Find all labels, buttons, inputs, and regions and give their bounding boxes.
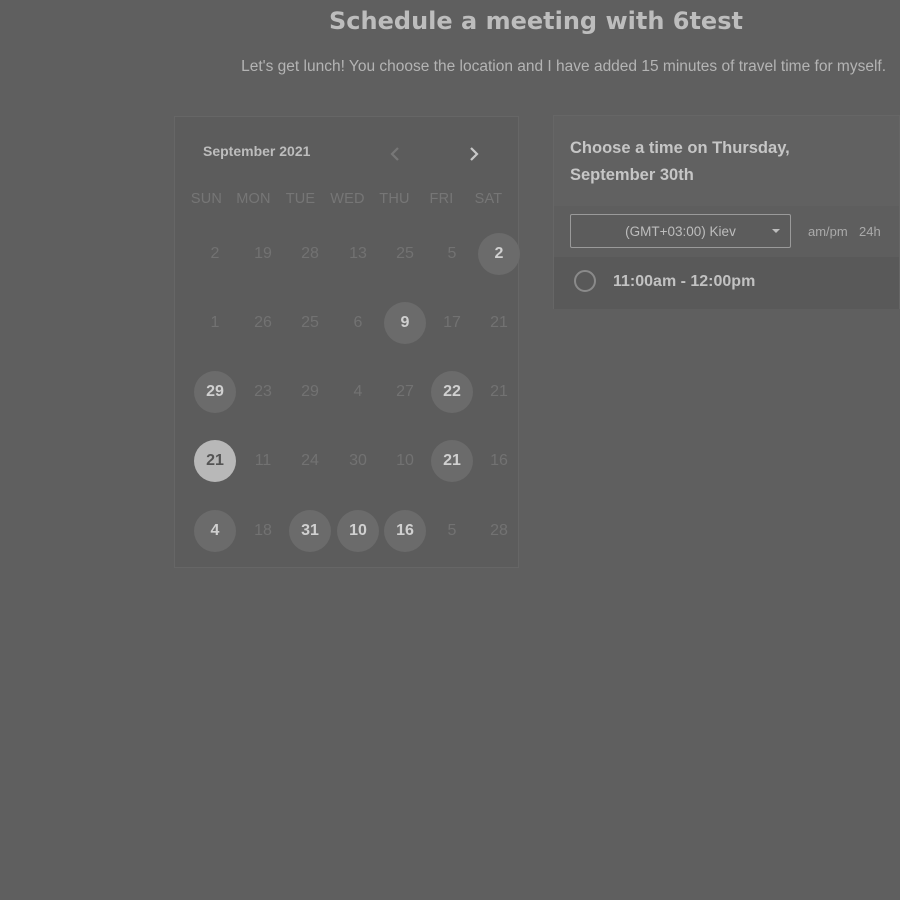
time-panel: Choose a time on Thursday, September 30t… — [553, 115, 900, 309]
weekday-label: SUN — [190, 191, 223, 207]
calendar-day: 18 — [254, 522, 272, 539]
calendar: September 2021 SUN MON TUE WED THU FRI S… — [174, 116, 520, 568]
calendar-day: 13 — [349, 245, 367, 262]
weekday-row: SUN MON TUE WED THU FRI SAT — [183, 191, 513, 215]
calendar-day: 21 — [490, 383, 508, 400]
calendar-day: 5 — [447, 245, 457, 262]
calendar-day: 25 — [301, 314, 319, 331]
page-title: Schedule a meeting with 6test — [329, 7, 743, 35]
calendar-day-available[interactable]: 31 — [289, 510, 331, 552]
calendar-day: 1 — [210, 314, 220, 331]
time-slot[interactable]: 11:00am - 12:00pm — [554, 257, 899, 309]
calendar-day: 27 — [396, 383, 414, 400]
calendar-day: 26 — [254, 314, 272, 331]
calendar-day: 24 — [301, 452, 319, 469]
time-heading: Choose a time on Thursday, September 30t… — [570, 139, 790, 184]
calendar-day-available[interactable]: 29 — [194, 371, 236, 413]
radio-icon[interactable] — [574, 270, 596, 292]
calendar-header: September 2021 — [175, 117, 518, 187]
calendar-day: 16 — [490, 452, 508, 469]
page-subtitle: Let's get lunch! You choose the location… — [241, 58, 886, 75]
weekday-label: FRI — [429, 191, 454, 207]
calendar-day: 4 — [353, 383, 363, 400]
booking-page: Schedule a meeting with 6test Let's get … — [0, 0, 900, 900]
calendar-day: 23 — [254, 383, 272, 400]
calendar-day-available[interactable]: 21 — [431, 440, 473, 482]
format-ampm-toggle[interactable]: am/pm — [808, 224, 848, 239]
caret-down-icon — [772, 229, 780, 233]
time-slot-label: 11:00am - 12:00pm — [613, 273, 756, 290]
calendar-day: 30 — [349, 452, 367, 469]
weekday-label: MON — [236, 191, 271, 207]
calendar-day: 21 — [490, 314, 508, 331]
calendar-day: 19 — [254, 245, 272, 262]
month-label: September 2021 — [203, 143, 311, 159]
calendar-day: 11 — [254, 452, 272, 469]
calendar-day: 28 — [301, 245, 319, 262]
chevron-right-icon[interactable] — [462, 143, 484, 165]
calendar-day: 5 — [447, 522, 457, 539]
calendar-day-available[interactable]: 22 — [431, 371, 473, 413]
timezone-value: (GMT+03:00) Kiev — [625, 223, 736, 239]
calendar-day-available[interactable]: 9 — [384, 302, 426, 344]
weekday-label: THU — [379, 191, 410, 207]
calendar-day-available[interactable]: 2 — [478, 233, 520, 275]
chevron-left-icon[interactable] — [385, 143, 407, 165]
format-24h-toggle[interactable]: 24h — [859, 224, 881, 239]
weekday-label: WED — [330, 191, 365, 207]
calendar-day-available[interactable]: 4 — [194, 510, 236, 552]
calendar-day: 6 — [353, 314, 363, 331]
weekday-label: SAT — [474, 191, 503, 207]
calendar-day-available[interactable]: 10 — [337, 510, 379, 552]
calendar-day: 25 — [396, 245, 414, 262]
calendar-day: 10 — [396, 452, 414, 469]
calendar-day-available[interactable]: 16 — [384, 510, 426, 552]
calendar-day: 2 — [210, 245, 220, 262]
calendar-day: 28 — [490, 522, 508, 539]
calendar-day: 29 — [301, 383, 319, 400]
timezone-select[interactable]: (GMT+03:00) Kiev — [570, 214, 791, 248]
calendar-day: 17 — [443, 314, 461, 331]
weekday-label: TUE — [285, 191, 316, 207]
time-panel-header: Choose a time on Thursday, September 30t… — [554, 116, 899, 206]
calendar-day-selected[interactable]: 21 — [194, 440, 236, 482]
